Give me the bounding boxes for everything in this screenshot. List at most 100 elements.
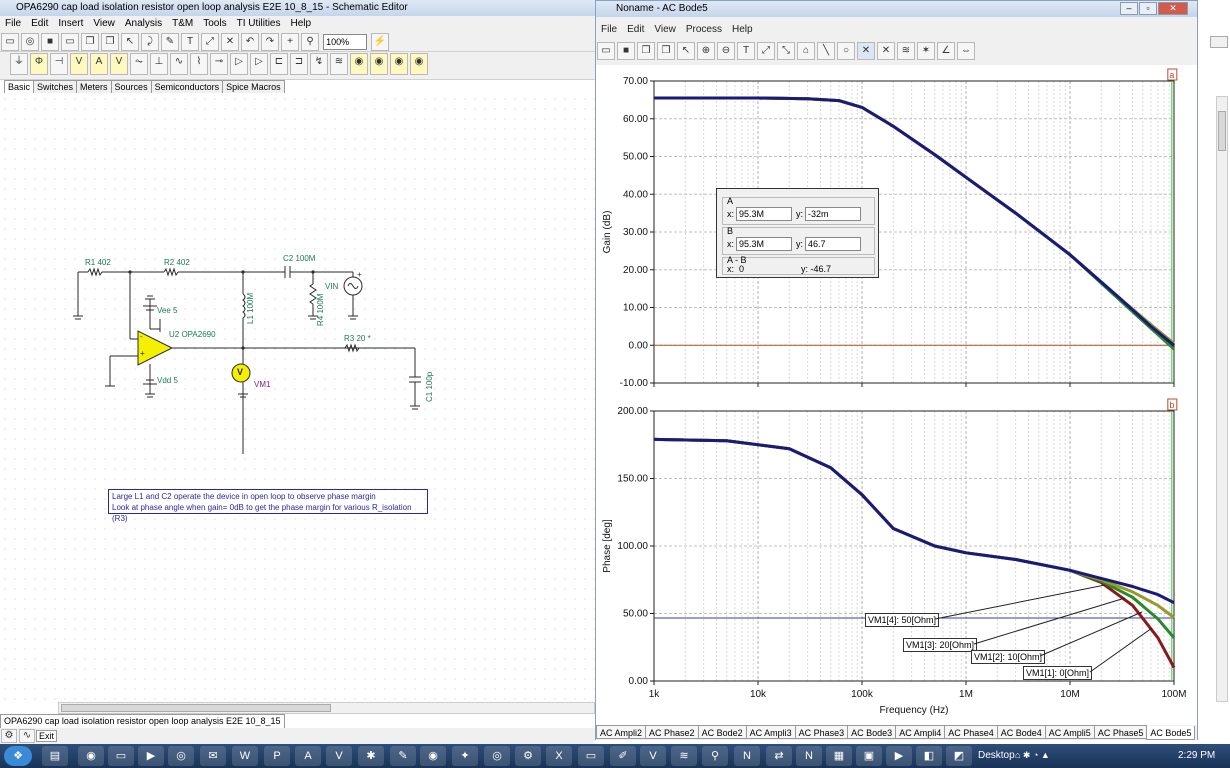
- tool-icon[interactable]: ✎: [390, 746, 416, 766]
- arrow-app-icon[interactable]: ⇄: [766, 746, 792, 766]
- tab-ac-ampli4[interactable]: AC Ampli4: [895, 725, 946, 739]
- n-app-icon[interactable]: N: [734, 746, 760, 766]
- capacitor-icon[interactable]: ⊥: [150, 53, 168, 75]
- measure-icon[interactable]: ⤡: [777, 42, 795, 60]
- close-icon[interactable]: ✕: [1158, 2, 1188, 15]
- zoom-select[interactable]: 100%: [323, 34, 368, 50]
- chart-app-icon[interactable]: ▦: [826, 746, 852, 766]
- bode-menu-view[interactable]: View: [654, 24, 676, 35]
- right-vertical-scrollbar[interactable]: [1216, 96, 1228, 702]
- resistor-icon[interactable]: ⏦: [130, 53, 148, 75]
- menu-file[interactable]: File: [5, 18, 21, 29]
- ti-icon[interactable]: ✦: [452, 746, 478, 766]
- cursor-a-icon[interactable]: ✕: [857, 42, 875, 60]
- scroll-thumb[interactable]: [61, 704, 331, 712]
- notes-icon[interactable]: N: [796, 746, 822, 766]
- redo-icon[interactable]: ↷: [261, 33, 279, 51]
- bode-menu-file[interactable]: File: [601, 24, 617, 35]
- calc-icon[interactable]: ▣: [856, 746, 882, 766]
- undo-icon[interactable]: ↶: [241, 33, 259, 51]
- powerpoint-icon[interactable]: P: [264, 746, 290, 766]
- menu-insert[interactable]: Insert: [58, 18, 83, 29]
- globe-icon[interactable]: ◎: [21, 33, 39, 51]
- tab-spice-macros[interactable]: Spice Macros: [222, 80, 285, 93]
- tab-ac-bode3[interactable]: AC Bode3: [847, 725, 897, 739]
- tab-semiconductors[interactable]: Semiconductors: [150, 80, 224, 93]
- voltmeter-icon[interactable]: V: [70, 53, 88, 75]
- zoom-in-icon[interactable]: ⊕: [697, 42, 715, 60]
- search-taskbar-icon[interactable]: ⚲: [702, 746, 728, 766]
- subcircuit-icon[interactable]: ≋: [330, 53, 348, 75]
- meter-b-icon[interactable]: ◉: [370, 53, 388, 75]
- ground-icon[interactable]: ⏚: [10, 53, 28, 75]
- wire-icon[interactable]: ⤸: [141, 33, 159, 51]
- word-icon[interactable]: W: [232, 746, 258, 766]
- tab-ac-ampli2[interactable]: AC Ampli2: [596, 725, 647, 739]
- circle-icon[interactable]: ○: [837, 42, 855, 60]
- tray-icons[interactable]: ⌂ ✱ ◔ ▲: [1015, 750, 1050, 761]
- tab-ac-ampli5[interactable]: AC Ampli5: [1044, 725, 1095, 739]
- explorer-icon[interactable]: ▤: [42, 746, 68, 766]
- maximize-icon[interactable]: ▫: [1139, 2, 1157, 15]
- network-icon[interactable]: ✱: [358, 746, 384, 766]
- tab-sources[interactable]: Sources: [110, 80, 152, 93]
- menu-help[interactable]: Help: [291, 18, 312, 29]
- exit-button[interactable]: Exit: [36, 729, 58, 742]
- schematic-canvas[interactable]: R1 402 R2 402 C2 100M VIN + L1 100M R4 1…: [0, 94, 595, 702]
- voltage-source-icon[interactable]: V: [110, 53, 128, 75]
- relay-icon[interactable]: ⊐: [290, 53, 308, 75]
- tab-ac-bode5[interactable]: AC Bode5: [1146, 726, 1196, 740]
- cursor-a-y-field[interactable]: -32m: [805, 207, 861, 221]
- zoom-icon[interactable]: ⚲: [301, 33, 319, 51]
- menu-tools[interactable]: Tools: [203, 18, 226, 29]
- bode-menu-help[interactable]: Help: [732, 24, 753, 35]
- status-tab[interactable]: OPA6290 cap load isolation resistor open…: [0, 714, 285, 729]
- cursor-readout-panel[interactable]: A x: 95.3M y: -32m B x: 95.3M y: 46.7 A …: [716, 188, 879, 278]
- tab-basic[interactable]: Basic: [4, 80, 35, 93]
- meter-d-icon[interactable]: ◉: [410, 53, 428, 75]
- bode-open-icon[interactable]: ▭: [597, 42, 615, 60]
- ammeter-icon[interactable]: A: [90, 53, 108, 75]
- app2-icon[interactable]: ◧: [916, 746, 942, 766]
- minimize-icon[interactable]: –: [1120, 2, 1138, 15]
- text-icon[interactable]: T: [181, 33, 199, 51]
- inductor-icon[interactable]: ∿: [170, 53, 188, 75]
- source-icon[interactable]: Φ: [30, 53, 48, 75]
- bode-text-icon[interactable]: T: [737, 42, 755, 60]
- play-icon[interactable]: ▶: [886, 746, 912, 766]
- monitor-icon[interactable]: ▭: [578, 746, 604, 766]
- bode-paste-icon[interactable]: ❐: [657, 42, 675, 60]
- visio-icon[interactable]: V: [326, 746, 352, 766]
- menu-view[interactable]: View: [93, 18, 115, 29]
- tab-ac-phase5[interactable]: AC Phase5: [1093, 725, 1148, 739]
- bode-copy-icon[interactable]: ❐: [637, 42, 655, 60]
- tab-ac-phase2[interactable]: AC Phase2: [645, 725, 699, 739]
- paste-icon[interactable]: ❐: [101, 33, 119, 51]
- tab-meters[interactable]: Meters: [76, 80, 112, 93]
- meter-c-icon[interactable]: ◉: [390, 53, 408, 75]
- bode-save-icon[interactable]: ■: [617, 42, 635, 60]
- desktop-label[interactable]: Desktop: [978, 750, 1015, 761]
- pen-icon[interactable]: ✎: [161, 33, 179, 51]
- visio2-icon[interactable]: V: [640, 746, 666, 766]
- schematic-horizontal-scrollbar[interactable]: [58, 702, 595, 714]
- battery-icon[interactable]: ⊣: [50, 53, 68, 75]
- folder-taskbar-icon[interactable]: ▭: [108, 746, 134, 766]
- pen-taskbar-icon[interactable]: ✐: [610, 746, 636, 766]
- right-close-icon[interactable]: [1210, 36, 1228, 48]
- settings-icon[interactable]: ⚙: [1, 729, 17, 743]
- wave-icon[interactable]: ≋: [897, 42, 915, 60]
- open-icon[interactable]: ▭: [1, 33, 19, 51]
- cursor-tool-icon[interactable]: ⤢: [757, 42, 775, 60]
- annotate-icon[interactable]: ⤢: [201, 33, 219, 51]
- shape-icon[interactable]: ⌂: [797, 42, 815, 60]
- probe-icon[interactable]: ⚡: [371, 33, 390, 51]
- app3-icon[interactable]: ◩: [946, 746, 972, 766]
- app-icon[interactable]: ◎: [168, 746, 194, 766]
- tab-switches[interactable]: Switches: [33, 80, 78, 93]
- marker-icon[interactable]: ✶: [917, 42, 935, 60]
- diode-icon[interactable]: ▷: [230, 53, 248, 75]
- menu-edit[interactable]: Edit: [31, 18, 48, 29]
- switch-icon[interactable]: ⊸: [210, 53, 228, 75]
- folder-icon[interactable]: ▭: [61, 33, 79, 51]
